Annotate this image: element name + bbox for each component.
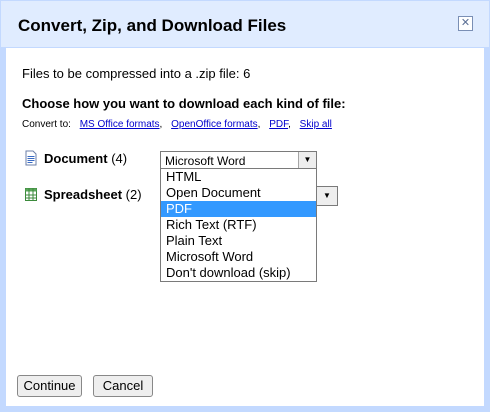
convert-to-label: Convert to: <box>22 119 71 130</box>
dropdown-option-rtf[interactable]: Rich Text (RTF) <box>161 217 316 233</box>
pdf-link[interactable]: PDF <box>269 119 288 130</box>
dropdown-option-html[interactable]: HTML <box>161 169 316 185</box>
dialog-body: Files to be compressed into a .zip file:… <box>6 48 484 406</box>
spreadsheet-type-row: Spreadsheet (2) <box>24 186 142 202</box>
dialog-titlebar: Convert, Zip, and Download Files ✕ <box>1 1 489 47</box>
convert-download-dialog: Convert, Zip, and Download Files ✕ Files… <box>0 0 490 412</box>
document-label: Document <box>44 151 108 166</box>
spreadsheet-count: (2) <box>125 187 142 202</box>
document-type-row: Document (4) <box>24 150 127 166</box>
link-separator: , <box>159 119 163 130</box>
ms-office-formats-link[interactable]: MS Office formats <box>80 119 160 130</box>
convert-to-row: Convert to: MS Office formats, OpenOffic… <box>22 119 332 130</box>
dropdown-option-open-document[interactable]: Open Document <box>161 185 316 201</box>
link-separator: , <box>257 119 261 130</box>
document-format-value: Microsoft Word <box>165 154 246 168</box>
continue-button[interactable]: Continue <box>17 375 82 397</box>
openoffice-formats-link[interactable]: OpenOffice formats <box>171 119 258 130</box>
chevron-down-icon[interactable]: ▼ <box>298 152 316 168</box>
file-count-info: Files to be compressed into a .zip file:… <box>22 66 251 81</box>
close-icon[interactable]: ✕ <box>458 16 473 31</box>
format-dropdown-list: HTML Open Document PDF Rich Text (RTF) P… <box>160 168 317 282</box>
choose-heading: Choose how you want to download each kin… <box>22 96 346 111</box>
spreadsheet-label: Spreadsheet <box>44 187 123 202</box>
dropdown-option-skip[interactable]: Don't download (skip) <box>161 265 316 281</box>
spreadsheet-format-select[interactable]: ▼ <box>316 186 338 206</box>
document-format-select[interactable]: Microsoft Word ▼ <box>160 151 317 169</box>
cancel-button[interactable]: Cancel <box>93 375 153 397</box>
spreadsheet-icon <box>25 188 37 201</box>
skip-all-link[interactable]: Skip all <box>300 119 332 130</box>
dialog-title: Convert, Zip, and Download Files <box>18 16 287 35</box>
link-separator: , <box>288 119 291 130</box>
dropdown-option-pdf[interactable]: PDF <box>161 201 316 217</box>
document-icon <box>25 150 37 166</box>
dropdown-option-plain-text[interactable]: Plain Text <box>161 233 316 249</box>
dropdown-option-microsoft-word[interactable]: Microsoft Word <box>161 249 316 265</box>
document-count: (4) <box>111 151 128 166</box>
chevron-down-icon[interactable]: ▼ <box>317 187 337 205</box>
